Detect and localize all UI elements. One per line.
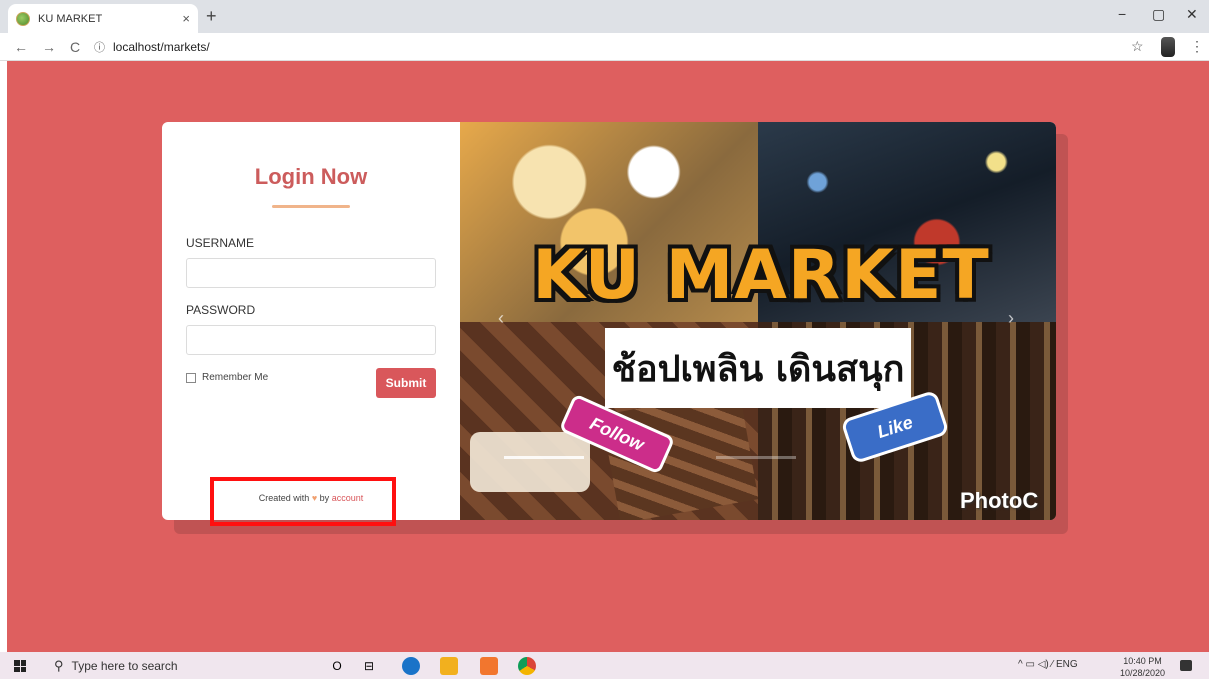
- remember-checkbox[interactable]: [186, 372, 196, 383]
- back-icon[interactable]: ←: [14, 39, 28, 55]
- chrome-icon[interactable]: [518, 657, 536, 675]
- task-view-icon[interactable]: ⊟: [360, 657, 378, 675]
- photo-watermark: PhotoC: [960, 488, 1039, 513]
- forward-icon[interactable]: →: [42, 39, 56, 55]
- browser-menu-icon[interactable]: ⋮: [1190, 38, 1204, 55]
- address-bar[interactable]: ⓘ localhost/markets/: [94, 36, 210, 58]
- browser-tabbar: KU MARKET × + − ▢ ✕: [0, 0, 1209, 33]
- url-text: localhost/markets/: [113, 40, 210, 54]
- login-card: Login Now USERNAME PASSWORD Remember Me …: [162, 122, 1056, 520]
- windows-start-icon[interactable]: [14, 660, 26, 672]
- profile-avatar[interactable]: [1161, 37, 1175, 57]
- windows-taskbar: ⚲ Type here to search O ⊟ ^ ▭ ◁) ⁄ ENG 1…: [0, 652, 1209, 679]
- taskbar-clock[interactable]: 10:40 PM 10/28/2020: [1120, 655, 1165, 679]
- info-icon[interactable]: ⓘ: [94, 39, 105, 55]
- tab-title: KU MARKET: [38, 12, 103, 25]
- brownie-tray: [470, 432, 590, 492]
- remember-me[interactable]: Remember Me: [186, 372, 268, 383]
- password-input[interactable]: [186, 325, 436, 355]
- submit-button[interactable]: Submit: [376, 368, 436, 398]
- browser-tab[interactable]: KU MARKET ×: [8, 4, 198, 33]
- reload-icon[interactable]: C: [70, 39, 80, 55]
- minimize-icon[interactable]: −: [1118, 6, 1126, 22]
- password-label: PASSWORD: [186, 303, 256, 317]
- system-tray[interactable]: ^ ▭ ◁) ⁄ ENG: [1018, 659, 1078, 670]
- carousel-indicator-1[interactable]: [504, 456, 584, 459]
- clock-date: 10/28/2020: [1120, 668, 1166, 678]
- banner-title-text: KU MARKET: [529, 233, 992, 318]
- username-label: USERNAME: [186, 236, 255, 250]
- xampp-icon[interactable]: [480, 657, 498, 675]
- file-explorer-icon[interactable]: [440, 657, 458, 675]
- cortana-icon[interactable]: O: [328, 657, 346, 675]
- tab-close-icon[interactable]: ×: [182, 11, 190, 26]
- notification-icon[interactable]: [1180, 660, 1192, 671]
- carousel-prev-icon[interactable]: ‹: [498, 308, 504, 329]
- taskbar-search[interactable]: ⚲ Type here to search: [54, 658, 178, 674]
- search-icon: ⚲: [54, 658, 64, 673]
- close-window-icon[interactable]: ✕: [1186, 6, 1198, 23]
- login-title: Login Now: [254, 164, 368, 189]
- remember-label: Remember Me: [202, 372, 269, 383]
- bookmark-star-icon[interactable]: ☆: [1131, 38, 1144, 55]
- new-tab-icon[interactable]: +: [206, 6, 217, 27]
- banner-title: KU MARKET: [526, 220, 996, 330]
- search-placeholder: Type here to search: [71, 659, 178, 673]
- carousel-indicator-2[interactable]: [716, 456, 796, 459]
- market-collage-image: KU MARKET ช้อปเพลิน เดินสนุก Follow Like…: [460, 122, 1056, 520]
- banner-subtitle: ช้อปเพลิน เดินสนุก: [605, 328, 911, 408]
- edge-icon[interactable]: [402, 657, 420, 675]
- title-underline: [272, 205, 350, 208]
- browser-toolbar: ← → C ⓘ localhost/markets/ ☆ ⋮: [0, 33, 1209, 61]
- username-input[interactable]: [186, 258, 436, 288]
- favicon-icon: [16, 11, 30, 26]
- maximize-icon[interactable]: ▢: [1152, 6, 1165, 23]
- highlight-box: [210, 477, 396, 526]
- carousel-next-icon[interactable]: ›: [1008, 308, 1014, 329]
- clock-time: 10:40 PM: [1123, 656, 1162, 666]
